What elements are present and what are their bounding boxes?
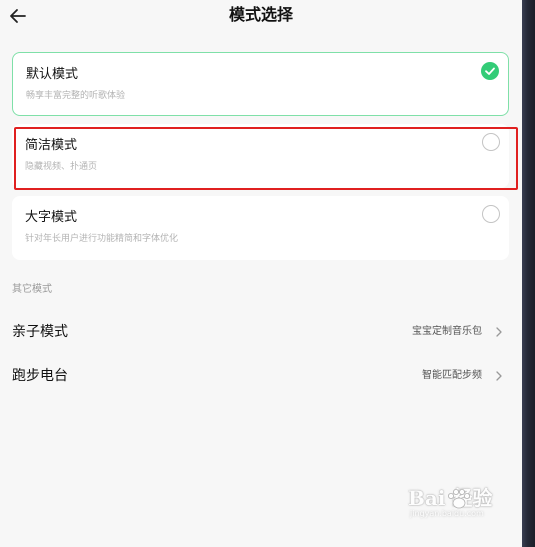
chevron-right-icon [496, 371, 502, 381]
mode-card-simple[interactable]: 简洁模式 隐藏视频、扑通页 [12, 124, 509, 188]
page-title: 模式选择 [228, 5, 293, 24]
mode-subtitle: 隐藏视频、扑通页 [25, 162, 98, 172]
window-edge [522, 0, 535, 547]
chevron-right-icon [496, 327, 502, 337]
radio-unchecked[interactable] [482, 133, 500, 151]
row-title: 跑步电台 [12, 368, 68, 384]
row-running-radio[interactable]: 跑步电台 智能匹配步频 [0, 356, 522, 396]
watermark-url: jingyan.baidu.com [410, 509, 484, 518]
mode-title: 大字模式 [25, 210, 78, 225]
radio-checked[interactable] [481, 62, 499, 80]
section-label-other: 其它模式 [12, 284, 52, 295]
radio-unchecked[interactable] [482, 205, 500, 223]
mode-selection-screen: 模式选择 默认模式 畅享丰富完整的听歌体验 简洁模式 隐藏视频、扑通页 大字模式… [0, 0, 522, 547]
row-value: 宝宝定制音乐包 [412, 326, 482, 337]
row-value: 智能匹配步频 [422, 370, 482, 381]
mode-subtitle: 针对年长用户进行功能精简和字体优化 [25, 234, 179, 244]
mode-title: 默认模式 [26, 67, 79, 82]
paw-icon [448, 489, 470, 509]
row-title: 亲子模式 [12, 324, 68, 340]
check-icon [485, 67, 495, 75]
mode-card-large-text[interactable]: 大字模式 针对年长用户进行功能精简和字体优化 [12, 196, 509, 260]
baidu-jingyan-watermark: Bai 经验 jingyan.baidu.com [408, 486, 520, 522]
mode-title: 简洁模式 [25, 138, 78, 153]
mode-subtitle: 畅享丰富完整的听歌体验 [26, 91, 126, 101]
row-parent-child-mode[interactable]: 亲子模式 宝宝定制音乐包 [0, 312, 522, 352]
header: 模式选择 [0, 0, 522, 36]
mode-card-default[interactable]: 默认模式 畅享丰富完整的听歌体验 [12, 52, 509, 116]
